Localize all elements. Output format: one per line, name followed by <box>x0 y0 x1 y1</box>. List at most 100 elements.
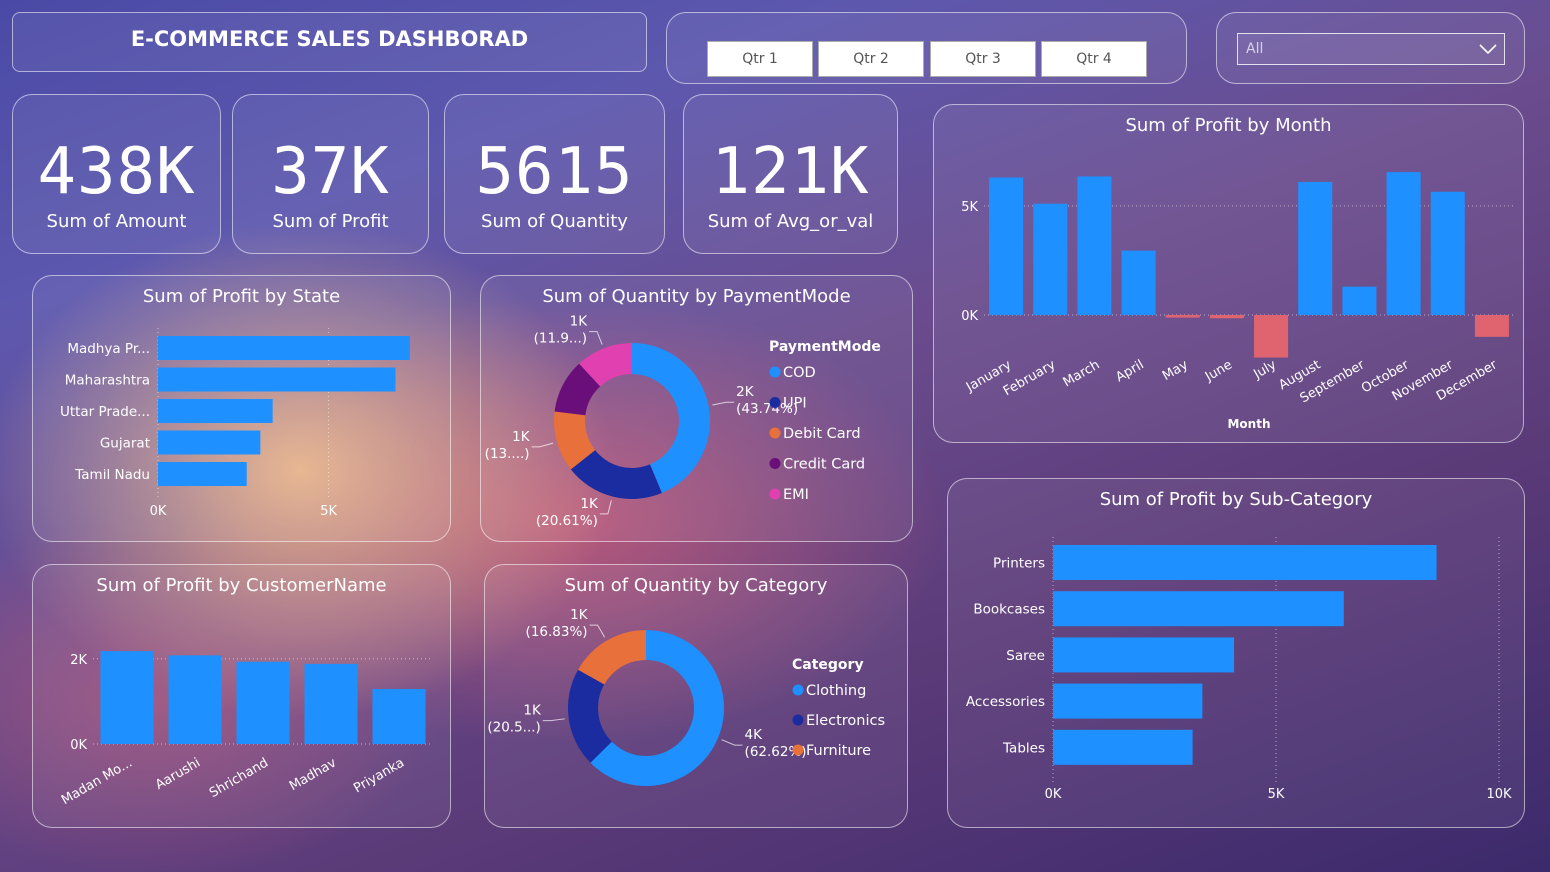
tick-label: 10K <box>1486 787 1512 802</box>
profit-by-subcategory-plot: 0K 5K 10K Printers Bookcases Saree Accessories… <box>966 537 1512 802</box>
kpi-value: 121K <box>711 135 870 209</box>
bar <box>1033 203 1068 315</box>
legend-label: Clothing <box>806 683 866 699</box>
category-label: Uttar Prade... <box>60 404 150 420</box>
tick-label: 5K <box>961 200 978 215</box>
category-label: Aarushi <box>153 755 203 793</box>
bar <box>1053 729 1193 765</box>
bar <box>158 367 396 392</box>
bar <box>1077 176 1112 315</box>
bar <box>1053 591 1344 627</box>
leader-line <box>542 718 565 722</box>
bar <box>158 462 247 486</box>
leader-line <box>721 739 743 746</box>
tick-label: 0K <box>70 738 87 753</box>
kpi-label: Sum of Avg_or_val <box>707 211 874 232</box>
tick-label: 0K <box>1045 787 1062 802</box>
category-label: May <box>1160 357 1191 384</box>
bar <box>158 399 273 423</box>
kpi-card-profit: 37K Sum of Profit <box>232 94 429 254</box>
category-label: June <box>1202 357 1235 385</box>
profit-by-state-chart: Sum of Profit by State 0K 5K Madhya Pr... M… <box>32 275 451 542</box>
bar <box>1342 286 1377 315</box>
category-label: Shrichand <box>207 755 271 801</box>
paymentmode-donut: 2K(43.74%)1K(20.61%)1K(13....)1K(11.9...… <box>485 314 881 529</box>
bar <box>1474 315 1509 337</box>
leader-line <box>599 500 612 515</box>
bar <box>1053 637 1235 673</box>
kpi-card-quantity: 5615 Sum of Quantity <box>444 94 665 254</box>
data-label: (11.9...) <box>534 331 587 347</box>
tick-label: 5K <box>1268 787 1285 802</box>
kpi-value: 438K <box>37 135 196 209</box>
tick-label: 5K <box>320 504 337 519</box>
quarter-slicer: Qtr 1 Qtr 2 Qtr 3 Qtr 4 <box>666 12 1187 84</box>
data-label: (20.61%) <box>536 513 598 529</box>
axis-title: Month <box>1227 417 1270 431</box>
profit-by-customer-chart: Sum of Profit by CustomerName 2K 0K Madan … <box>32 564 451 828</box>
legend-marker <box>769 397 781 408</box>
bar <box>1298 181 1333 315</box>
bar <box>168 655 222 744</box>
bar <box>158 336 410 360</box>
category-label: Madan Mo... <box>59 755 135 808</box>
kpi-value: 37K <box>271 135 390 209</box>
tick-label: 0K <box>150 504 167 519</box>
bar <box>1209 315 1244 319</box>
legend-title: PaymentMode <box>769 339 881 355</box>
category-label: Printers <box>993 556 1045 572</box>
category-label: July <box>1250 357 1279 382</box>
legend-label: EMI <box>783 487 809 503</box>
bar <box>304 663 358 744</box>
qtr-1-button[interactable]: Qtr 1 <box>707 41 813 77</box>
legend-marker <box>792 684 804 696</box>
bar <box>1254 315 1289 358</box>
data-label: (20.5...) <box>487 720 540 736</box>
data-label: (16.83%) <box>526 624 588 640</box>
bar <box>236 661 290 744</box>
legend-label: COD <box>783 365 816 381</box>
legend-marker <box>792 744 804 756</box>
category-label: March <box>1061 357 1103 390</box>
bar <box>989 177 1024 315</box>
qtr-2-button[interactable]: Qtr 2 <box>818 41 924 77</box>
legend-marker <box>792 714 804 726</box>
dashboard-title: E-COMMERCE SALES DASHBORAD <box>130 27 529 51</box>
header-panel: E-COMMERCE SALES DASHBORAD <box>12 12 647 72</box>
category-label: Bookcases <box>973 602 1045 618</box>
category-label: April <box>1113 357 1146 385</box>
kpi-label: Sum of Amount <box>46 211 187 232</box>
legend-title: Category <box>792 657 864 673</box>
profit-by-month-chart: Sum of Profit by Month 5K 0K January Februa… <box>933 104 1524 443</box>
kpi-card-avg-or-val: 121K Sum of Avg_or_val <box>683 94 898 254</box>
data-label: 4K <box>745 727 764 743</box>
data-label: 1K <box>523 703 542 719</box>
qtr-3-button[interactable]: Qtr 3 <box>930 41 1036 77</box>
leader-line <box>712 401 735 406</box>
profit-by-customer-plot: 2K 0K Madan Mo... Aarushi Shrichand Madhav Pri… <box>59 651 433 808</box>
legend-marker <box>769 366 781 378</box>
bar <box>1165 315 1200 318</box>
data-label: 1K <box>570 314 589 330</box>
data-label: 1K <box>570 607 589 623</box>
category-label: Madhya Pr... <box>67 341 150 357</box>
legend-label: Credit Card <box>783 457 865 473</box>
profit-by-state-plot: 0K 5K Madhya Pr... Maharashtra Uttar Prade..… <box>60 328 410 519</box>
filter-value: All <box>1246 41 1264 57</box>
legend-label: Debit Card <box>783 426 861 442</box>
legend-label: Furniture <box>806 743 871 759</box>
category-label: Tamil Nadu <box>74 467 150 483</box>
profit-by-subcategory-chart: Sum of Profit by Sub-Category 0K 5K 10K Pri… <box>947 478 1525 828</box>
category-label: Tables <box>1002 740 1045 756</box>
bar <box>1053 683 1203 719</box>
qtr-4-button[interactable]: Qtr 4 <box>1041 41 1147 77</box>
tick-label: 2K <box>70 653 87 668</box>
filter-panel: All <box>1216 12 1525 84</box>
filter-dropdown[interactable]: All <box>1237 33 1505 65</box>
bar <box>1386 172 1421 315</box>
legend-marker <box>769 427 781 439</box>
kpi-label: Sum of Quantity <box>481 211 628 232</box>
quantity-by-category-chart: Sum of Quantity by Category 4K (62.62%) 1K… <box>484 564 908 828</box>
leader-line <box>589 624 606 638</box>
quantity-by-paymentmode-chart: Sum of Quantity by PaymentMode 2K (43.74%… <box>480 275 913 542</box>
